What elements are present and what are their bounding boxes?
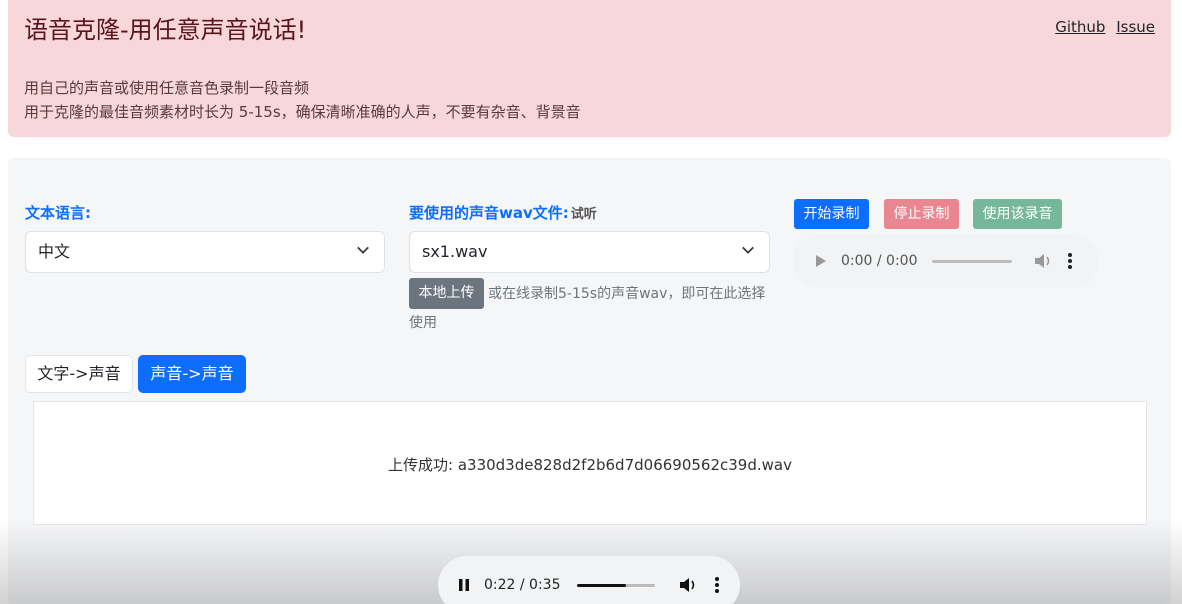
recording-seek-bar[interactable] [931, 259, 1012, 263]
upload-hint-line-1: 或在线录制5-15s的声音wav，即可在此选择 [488, 286, 766, 302]
recording-audio-player: 0:00 / 0:00 [793, 234, 1099, 288]
chevron-down-icon [742, 246, 754, 254]
result-panel: 上传成功: a330d3de828d2f2b6d7d06690562c39d.w… [33, 401, 1147, 525]
voice-file-select[interactable]: sx1.wav [409, 231, 770, 273]
language-select[interactable]: 中文 [25, 231, 385, 273]
header-alert: 语音克隆-用任意声音说话! Github Issue 用自己的声音或使用任意音色… [8, 0, 1171, 137]
upload-result-message: 上传成功: a330d3de828d2f2b6d7d06690562c39d.w… [388, 456, 792, 474]
issue-link[interactable]: Issue [1116, 18, 1155, 36]
volume-icon[interactable] [1034, 253, 1052, 269]
preview-link[interactable]: 试听 [571, 207, 597, 222]
header-links: Github Issue [1049, 18, 1155, 36]
play-icon[interactable] [815, 254, 827, 268]
github-link[interactable]: Github [1055, 18, 1105, 36]
more-options-icon[interactable] [1067, 253, 1072, 269]
player-progress-fill [576, 583, 626, 587]
local-upload-button[interactable]: 本地上传 [409, 278, 484, 309]
desc-line-1: 用自己的声音或使用任意音色录制一段音频 [24, 79, 310, 97]
pause-icon[interactable] [458, 578, 470, 592]
voice-file-select-value: sx1.wav [422, 242, 488, 261]
more-options-icon[interactable] [714, 577, 719, 593]
voice-file-label-text: 要使用的声音wav文件: [409, 204, 569, 222]
upload-hint-line-2: 使用 [409, 315, 437, 331]
language-label: 文本语言: [25, 204, 91, 222]
voice-file-label: 要使用的声音wav文件: 试听 [409, 202, 597, 223]
output-audio-player: 0:22 / 0:35 [438, 556, 740, 604]
desc-line-2: 用于克隆的最佳音频素材时长为 5-15s，确保清晰准确的人声，不要有杂音、背景音 [24, 103, 581, 121]
player-seek-bar[interactable] [576, 583, 655, 587]
language-select-value: 中文 [38, 242, 71, 261]
volume-icon[interactable] [679, 577, 697, 593]
stop-recording-button[interactable]: 停止录制 [884, 199, 959, 229]
tab-speech-to-speech[interactable]: 声音->声音 [138, 355, 246, 393]
player-time: 0:22 / 0:35 [484, 577, 561, 593]
page-title: 语音克隆-用任意声音说话! [24, 16, 307, 44]
use-recording-button[interactable]: 使用该录音 [973, 199, 1062, 229]
header-description: 用自己的声音或使用任意音色录制一段音频 用于克隆的最佳音频素材时长为 5-15s… [24, 76, 581, 124]
chevron-down-icon [357, 246, 369, 254]
tab-text-to-speech[interactable]: 文字->声音 [25, 355, 133, 393]
recording-time: 0:00 / 0:00 [841, 253, 918, 269]
start-recording-button[interactable]: 开始录制 [794, 199, 869, 229]
